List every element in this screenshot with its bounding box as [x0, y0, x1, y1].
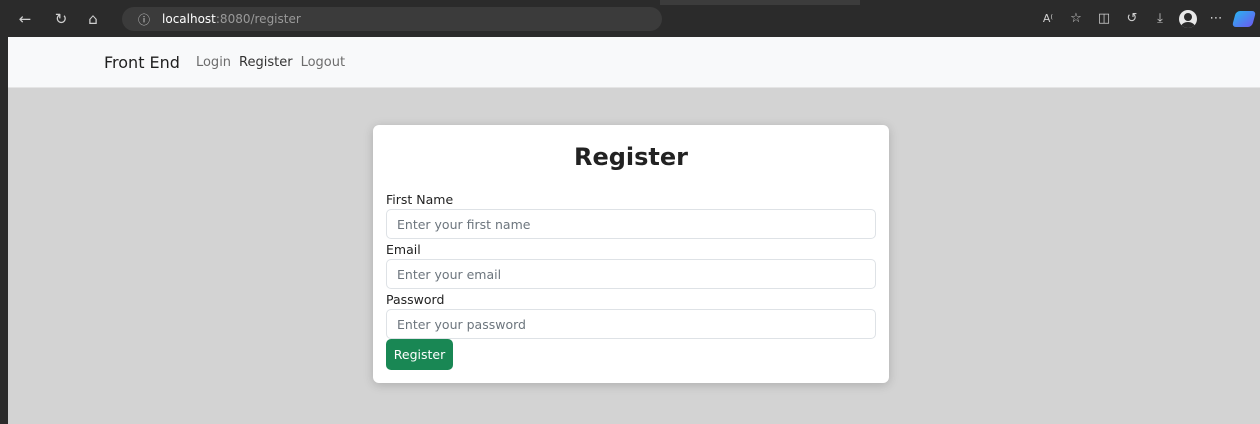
tab-strip	[660, 0, 860, 5]
address-bar[interactable]: ⓘ localhost :8080/register	[122, 7, 662, 31]
read-aloud-icon[interactable]: A⁽	[1038, 9, 1058, 29]
register-button[interactable]: Register	[386, 339, 453, 370]
refresh-icon[interactable]: ↻	[50, 8, 72, 30]
download-icon[interactable]: ⤓	[1150, 9, 1170, 29]
nav-link-logout[interactable]: Logout	[301, 55, 346, 70]
password-label: Password	[386, 292, 445, 307]
back-arrow-icon[interactable]: ←	[14, 8, 36, 30]
browser-tools: A⁽ ☆ ◫ ↺ ⤓ ⋯	[1038, 0, 1257, 37]
email-label: Email	[386, 242, 421, 257]
first-name-input[interactable]	[386, 209, 876, 239]
site-navbar: Front End Login Register Logout	[8, 37, 1260, 88]
email-input[interactable]	[386, 259, 876, 289]
nav-link-login[interactable]: Login	[196, 55, 231, 70]
page-title: Register	[573, 143, 689, 171]
split-screen-icon[interactable]: ◫	[1094, 9, 1114, 29]
home-icon[interactable]: ⌂	[82, 8, 104, 30]
window-edge	[0, 37, 8, 424]
nav-link-register[interactable]: Register	[239, 55, 293, 70]
info-icon[interactable]: ⓘ	[138, 11, 150, 28]
favorite-star-icon[interactable]: ☆	[1066, 9, 1086, 29]
first-name-label: First Name	[386, 192, 454, 207]
navbar-brand[interactable]: Front End	[104, 53, 180, 72]
more-icon[interactable]: ⋯	[1206, 9, 1226, 29]
profile-avatar-icon[interactable]	[1178, 9, 1198, 29]
copilot-icon[interactable]	[1231, 9, 1257, 29]
address-host: localhost	[162, 12, 216, 26]
address-path: :8080/register	[215, 12, 301, 26]
history-icon[interactable]: ↺	[1122, 9, 1142, 29]
register-card: Register First Name Email Password Regis…	[373, 125, 889, 383]
password-input[interactable]	[386, 309, 876, 339]
browser-toolbar: ← ↻ ⌂ ⓘ localhost :8080/register A⁽ ☆ ◫ …	[0, 0, 1260, 37]
